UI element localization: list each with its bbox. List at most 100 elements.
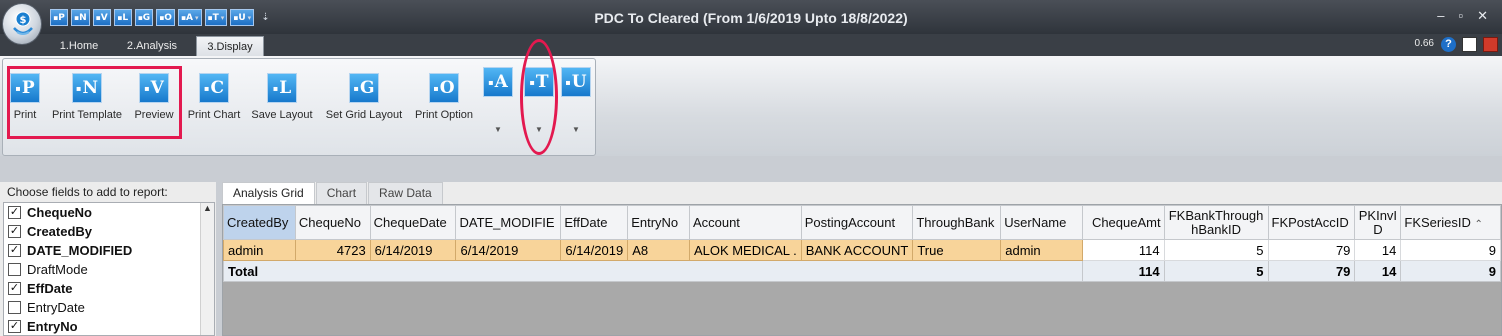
table-cell[interactable]: admin — [1000, 239, 1083, 261]
column-header[interactable]: PKInvI D — [1354, 205, 1402, 240]
table-cell[interactable]: 79 — [1267, 239, 1356, 261]
logo-icon: $ — [13, 11, 33, 35]
checkbox-checked-icon[interactable]: ✓ — [8, 206, 21, 219]
ribbon: ▪ P Print ▪ N Print Template ▪ V Preview ▪ C… — [0, 39, 1502, 156]
column-header[interactable]: ChequeDate — [369, 205, 457, 240]
column-header[interactable]: EffDate — [560, 205, 629, 240]
field-label: EffDate — [27, 281, 73, 296]
column-header[interactable]: FKBankThrough hBankID — [1163, 205, 1269, 240]
analysis-grid: CreatedBy ChequeNo ChequeDate DATE_MODIF… — [222, 204, 1502, 336]
table-cell[interactable]: 14 — [1354, 239, 1402, 261]
column-header[interactable]: ChequeNo — [294, 205, 371, 240]
column-header[interactable]: Account — [688, 205, 802, 240]
field-label: ChequeNo — [27, 205, 92, 220]
column-header[interactable]: UserName — [1000, 205, 1083, 240]
u-dropdown-button[interactable]: ▪ U ▼ — [559, 67, 593, 134]
table-cell[interactable]: True — [912, 239, 1002, 261]
checkbox-checked-icon[interactable]: ✓ — [8, 282, 21, 295]
table-cell[interactable]: 9 — [1400, 239, 1501, 261]
field-label: EntryNo — [27, 319, 78, 334]
column-header[interactable]: EntryNo — [627, 205, 690, 240]
column-header[interactable]: PostingAccount — [800, 205, 914, 240]
column-header-label: FKSeriesID — [1404, 215, 1471, 230]
tab-raw-data[interactable]: Raw Data — [368, 182, 443, 204]
highlight-rectangle — [7, 66, 182, 139]
field-checklist[interactable]: ✓ ChequeNo ✓ CreatedBy ✓ DATE_MODIFIED Draf… — [3, 202, 215, 336]
a-icon: ▪ A — [483, 67, 513, 97]
checkbox-checked-icon[interactable]: ✓ — [8, 244, 21, 257]
u-icon-letter: U — [571, 72, 587, 92]
table-cell[interactable]: 6/14/2019 — [560, 239, 629, 261]
display-ribbon-group: ▪ P Print ▪ N Print Template ▪ V Preview ▪ C… — [2, 39, 596, 156]
save-layout-icon-letter: L — [279, 78, 292, 98]
print-chart-label: Print Chart — [187, 109, 241, 121]
print-chart-icon: ▪ C — [199, 73, 229, 103]
print-option-button[interactable]: ▪ O Print Option — [413, 73, 475, 121]
tab-analysis[interactable]: 2.Analysis — [118, 36, 186, 56]
field-item[interactable]: ✓ EffDate — [4, 279, 214, 298]
column-header[interactable]: ThroughBank — [912, 205, 1002, 240]
table-cell[interactable]: 6/14/2019 — [369, 239, 457, 261]
close-icon[interactable]: ✕ — [1477, 8, 1488, 24]
field-label: DATE_MODIFIED — [27, 243, 133, 258]
total-row: Total 114 5 79 14 9 — [223, 260, 1501, 282]
help-icon[interactable]: ? — [1441, 37, 1456, 52]
save-layout-button[interactable]: ▪ L Save Layout — [250, 73, 314, 121]
fields-panel: Choose fields to add to report: ✓ ChequeN… — [0, 182, 216, 336]
column-header[interactable]: DATE_MODIFIE — [455, 205, 562, 240]
field-item[interactable]: ✓ ChequeNo — [4, 203, 214, 222]
header-icons: ? — [1441, 37, 1498, 52]
column-header[interactable]: ChequeAmt — [1081, 205, 1165, 240]
data-table: CreatedBy ChequeNo ChequeDate DATE_MODIF… — [223, 205, 1501, 282]
field-item[interactable]: ✓ EntryNo — [4, 317, 214, 336]
restore-icon[interactable]: ▫ — [1458, 8, 1463, 24]
checkbox-unchecked-icon[interactable] — [8, 301, 21, 314]
save-layout-label: Save Layout — [251, 109, 313, 121]
field-item[interactable]: DraftMode — [4, 260, 214, 279]
chevron-down-icon: ▼ — [494, 125, 502, 134]
table-cell[interactable]: BANK ACCOUNT — [800, 239, 914, 261]
total-label: Total — [223, 260, 1083, 282]
tab-chart[interactable]: Chart — [315, 182, 368, 204]
a-dropdown-button[interactable]: ▪ A ▼ — [481, 67, 515, 134]
set-grid-layout-button[interactable]: ▪ G Set Grid Layout — [325, 73, 403, 121]
tab-home[interactable]: 1.Home — [47, 36, 111, 56]
table-cell[interactable]: 5 — [1163, 239, 1269, 261]
field-item[interactable]: EntryDate — [4, 298, 214, 317]
table-cell[interactable]: admin — [223, 239, 296, 261]
table-cell[interactable]: 6/14/2019 — [455, 239, 562, 261]
checkbox-checked-icon[interactable]: ✓ — [8, 225, 21, 238]
table-row[interactable]: admin 4723 6/14/2019 6/14/2019 6/14/2019… — [223, 239, 1501, 261]
exit-icon[interactable] — [1483, 37, 1498, 52]
column-header[interactable]: FKPostAccID — [1267, 205, 1356, 240]
table-cell[interactable]: A8 — [627, 239, 690, 261]
header-row: CreatedBy ChequeNo ChequeDate DATE_MODIF… — [223, 205, 1501, 240]
table-cell[interactable]: 4723 — [294, 239, 371, 261]
field-item[interactable]: ✓ DATE_MODIFIED — [4, 241, 214, 260]
print-option-label: Print Option — [414, 109, 474, 121]
chevron-up-icon[interactable]: ▲ — [201, 203, 214, 213]
field-item[interactable]: ✓ CreatedBy — [4, 222, 214, 241]
vertical-scrollbar[interactable]: ▲ — [200, 203, 214, 335]
report-area: Analysis Grid Chart Raw Data CreatedBy C… — [222, 182, 1502, 336]
set-grid-layout-icon-letter: G — [359, 78, 375, 98]
column-header[interactable]: CreatedBy — [223, 205, 296, 240]
tab-analysis-grid[interactable]: Analysis Grid — [222, 182, 315, 204]
version-label: 0.66 — [1414, 38, 1434, 49]
grid-tabs: Analysis Grid Chart Raw Data — [222, 182, 444, 204]
app-logo[interactable]: $ — [2, 3, 42, 45]
column-header[interactable]: FKSeriesID ⌃ — [1400, 205, 1501, 240]
checkbox-unchecked-icon[interactable] — [8, 263, 21, 276]
table-cell[interactable]: 114 — [1081, 239, 1165, 261]
chevron-down-icon: ▼ — [572, 125, 580, 134]
table-cell[interactable]: ALOK MEDICAL . — [688, 239, 802, 261]
document-icon[interactable] — [1462, 37, 1477, 52]
svg-text:$: $ — [20, 15, 27, 26]
set-grid-layout-icon: ▪ G — [349, 73, 379, 103]
window-controls: – ▫ ✕ — [1437, 8, 1488, 24]
checkbox-checked-icon[interactable]: ✓ — [8, 320, 21, 333]
sort-ascending-icon: ⌃ — [1474, 219, 1483, 230]
print-chart-button[interactable]: ▪ C Print Chart — [186, 73, 242, 121]
minimize-icon[interactable]: – — [1437, 8, 1444, 24]
tab-display[interactable]: 3.Display — [196, 36, 264, 56]
